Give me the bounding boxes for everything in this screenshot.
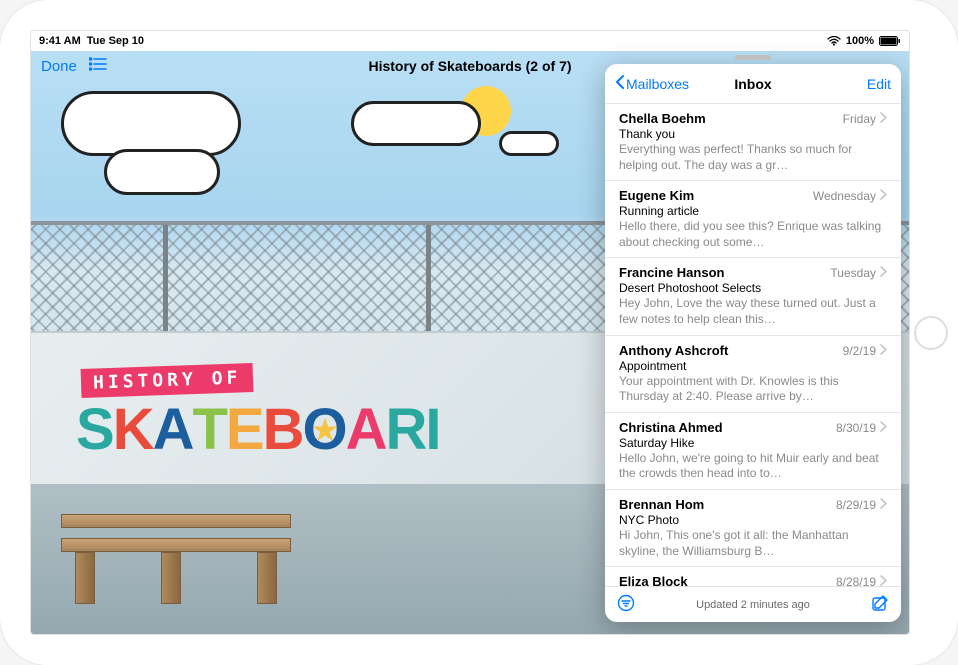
mail-list[interactable]: Chella Boehm Friday Thank you Everything… — [605, 104, 901, 586]
mail-preview: Your appointment with Dr. Knowles is thi… — [619, 374, 887, 405]
mail-preview: Hey John, Love the way these turned out.… — [619, 296, 887, 327]
mail-toolbar: Updated 2 minutes ago — [605, 586, 901, 622]
mail-date: Friday — [843, 112, 887, 126]
mail-row[interactable]: Francine Hanson Tuesday Desert Photoshoo… — [605, 258, 901, 335]
mail-date: 9/2/19 — [843, 344, 887, 358]
chevron-right-icon — [880, 575, 887, 586]
cloud-illustration — [499, 131, 559, 156]
mail-subject: Desert Photoshoot Selects — [619, 281, 887, 295]
chevron-right-icon — [880, 498, 887, 512]
mail-status: Updated 2 minutes ago — [696, 599, 810, 611]
mail-row[interactable]: Anthony Ashcroft 9/2/19 Appointment Your… — [605, 336, 901, 413]
mail-row[interactable]: Eliza Block 8/28/19 Team outing success … — [605, 567, 901, 586]
skateboard-lettering: SKATEBOARI — [76, 396, 440, 463]
page-title: History of Skateboards (2 of 7) — [368, 58, 571, 74]
mail-sender: Eugene Kim — [619, 188, 694, 203]
contents-icon[interactable] — [89, 57, 107, 76]
battery-icon — [879, 36, 901, 46]
slideover-grabber[interactable] — [735, 55, 771, 60]
mailboxes-back-button[interactable]: Mailboxes — [615, 74, 689, 93]
home-button[interactable] — [914, 316, 948, 350]
mail-subject: Running article — [619, 204, 887, 218]
mail-date: 8/30/19 — [836, 421, 887, 435]
mail-sender: Eliza Block — [619, 574, 688, 586]
banner-title: HISTORY OF — [81, 363, 254, 398]
mail-nav-bar: Mailboxes Inbox Edit — [605, 64, 901, 104]
mail-subject: Saturday Hike — [619, 436, 887, 450]
mail-title: Inbox — [734, 76, 771, 92]
mail-date: 8/29/19 — [836, 498, 887, 512]
filter-icon[interactable] — [617, 594, 635, 615]
battery-percent: 100% — [846, 35, 874, 47]
done-button[interactable]: Done — [41, 58, 77, 75]
mail-edit-button[interactable]: Edit — [867, 76, 891, 92]
cloud-illustration — [351, 101, 481, 146]
mail-preview: Everything was perfect! Thanks so much f… — [619, 142, 887, 173]
status-bar: 9:41 AM Tue Sep 10 100% — [31, 31, 909, 51]
chevron-right-icon — [880, 344, 887, 358]
wifi-icon — [827, 36, 841, 46]
mail-date: 8/28/19 — [836, 575, 887, 586]
chevron-right-icon — [880, 112, 887, 126]
chevron-right-icon — [880, 266, 887, 280]
mail-preview: Hi John, This one's got it all: the Manh… — [619, 528, 887, 559]
mail-row[interactable]: Eugene Kim Wednesday Running article Hel… — [605, 181, 901, 258]
mail-date: Tuesday — [830, 266, 887, 280]
mail-sender: Chella Boehm — [619, 111, 706, 126]
mail-preview: Hello John, we're going to hit Muir earl… — [619, 451, 887, 482]
compose-icon[interactable] — [871, 594, 889, 615]
mail-sender: Anthony Ashcroft — [619, 343, 728, 358]
mail-row[interactable]: Christina Ahmed 8/30/19 Saturday Hike He… — [605, 413, 901, 490]
mail-slideover: Mailboxes Inbox Edit Chella Boehm Friday… — [605, 64, 901, 622]
mail-subject: NYC Photo — [619, 513, 887, 527]
cloud-illustration — [61, 91, 241, 156]
mail-subject: Thank you — [619, 127, 887, 141]
mail-date: Wednesday — [813, 189, 887, 203]
chevron-right-icon — [880, 189, 887, 203]
mail-subject: Appointment — [619, 359, 887, 373]
screen: HISTORY OF SKATEBOARI Done His — [30, 30, 910, 635]
status-date: Tue Sep 10 — [87, 35, 144, 47]
mail-sender: Francine Hanson — [619, 265, 724, 280]
ipad-device-frame: HISTORY OF SKATEBOARI Done His — [0, 0, 958, 665]
chevron-left-icon — [615, 74, 625, 93]
mail-sender: Brennan Hom — [619, 497, 704, 512]
mailboxes-back-label: Mailboxes — [626, 76, 689, 92]
mail-row[interactable]: Chella Boehm Friday Thank you Everything… — [605, 104, 901, 181]
pallet-illustration — [61, 514, 291, 604]
status-time: 9:41 AM — [39, 35, 81, 47]
chevron-right-icon — [880, 421, 887, 435]
mail-sender: Christina Ahmed — [619, 420, 723, 435]
mail-row[interactable]: Brennan Hom 8/29/19 NYC Photo Hi John, T… — [605, 490, 901, 567]
mail-preview: Hello there, did you see this? Enrique w… — [619, 219, 887, 250]
